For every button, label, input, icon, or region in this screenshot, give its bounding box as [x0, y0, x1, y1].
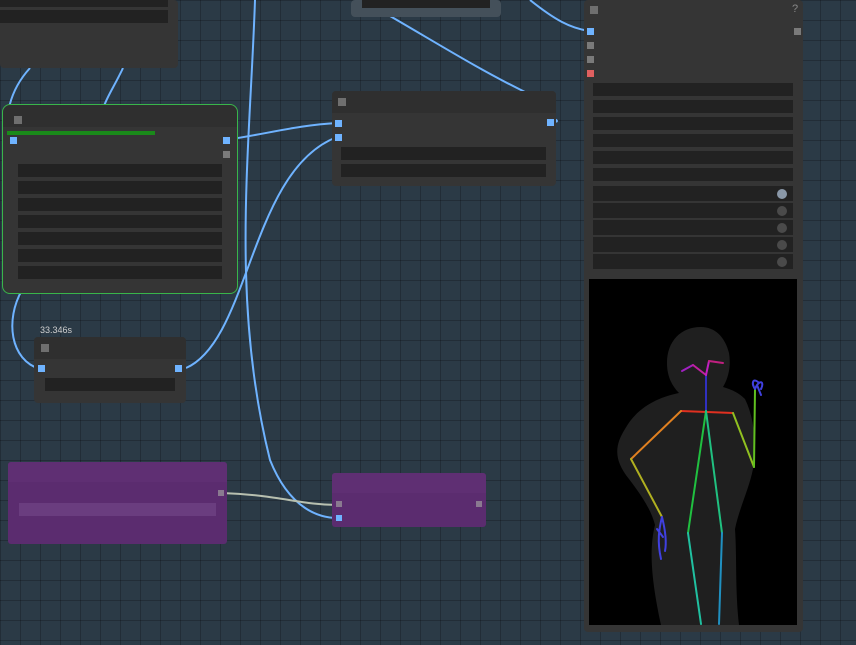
output-port[interactable]	[218, 490, 224, 496]
output-port[interactable]	[547, 119, 554, 126]
node-title-bar[interactable]	[8, 462, 227, 482]
toggle-row[interactable]	[593, 186, 793, 201]
widget-field[interactable]	[593, 100, 793, 113]
toggle-row[interactable]	[593, 254, 793, 269]
widget-field[interactable]	[341, 147, 546, 160]
widget-field[interactable]	[18, 164, 222, 177]
widget-field[interactable]	[18, 181, 222, 194]
link	[103, 67, 124, 107]
toggle-on-icon[interactable]	[777, 189, 787, 199]
output-port[interactable]	[476, 501, 482, 507]
input-port[interactable]	[38, 365, 45, 372]
output-port[interactable]	[175, 365, 182, 372]
node-title-bar[interactable]	[332, 91, 556, 113]
node-pose-preview[interactable]: ?	[584, 0, 803, 632]
link	[244, 0, 339, 519]
progress-bar	[7, 131, 155, 135]
link	[221, 492, 339, 506]
input-port[interactable]	[336, 515, 342, 521]
node-title-bar[interactable]	[34, 337, 186, 359]
input-port[interactable]	[587, 70, 594, 77]
input-port[interactable]	[587, 42, 594, 49]
widget-field[interactable]	[19, 503, 216, 516]
widget-field[interactable]	[593, 168, 793, 181]
input-port[interactable]	[335, 120, 342, 127]
collapse-icon[interactable]	[14, 116, 22, 124]
node-top-middle[interactable]	[351, 0, 501, 17]
toggle-off-icon[interactable]	[777, 240, 787, 250]
pose-preview-image	[589, 279, 797, 625]
node-muted-left[interactable]	[8, 462, 227, 544]
collapse-icon[interactable]	[590, 6, 598, 14]
toggle-row[interactable]	[593, 203, 793, 218]
input-port[interactable]	[335, 134, 342, 141]
node-title-bar[interactable]	[332, 473, 486, 493]
widget-field[interactable]	[593, 117, 793, 130]
widget-field[interactable]	[18, 266, 222, 279]
help-icon[interactable]: ?	[792, 3, 798, 15]
widget-field[interactable]	[18, 232, 222, 245]
link	[529, 0, 590, 32]
widget-field[interactable]	[593, 134, 793, 147]
widget-field[interactable]	[593, 151, 793, 164]
output-port[interactable]	[794, 28, 801, 35]
widget-field[interactable]	[18, 249, 222, 262]
input-port[interactable]	[587, 28, 594, 35]
toggle-off-icon[interactable]	[777, 257, 787, 267]
output-port[interactable]	[223, 151, 230, 158]
toggle-row[interactable]	[593, 237, 793, 252]
input-port[interactable]	[10, 137, 17, 144]
input-port[interactable]	[587, 56, 594, 63]
toggle-row[interactable]	[593, 220, 793, 235]
widget-field[interactable]	[18, 215, 222, 228]
input-port[interactable]	[336, 501, 342, 507]
execution-time-label: 33.346s	[40, 325, 73, 335]
node-middle[interactable]	[332, 91, 556, 186]
widget-field[interactable]	[341, 164, 546, 177]
widget-field[interactable]	[0, 10, 168, 23]
node-top-left[interactable]	[0, 0, 178, 68]
widget-field[interactable]	[45, 378, 175, 391]
node-title-bar[interactable]	[3, 105, 237, 127]
collapse-icon[interactable]	[41, 344, 49, 352]
toggle-off-icon[interactable]	[777, 206, 787, 216]
output-port[interactable]	[223, 137, 230, 144]
widget-field[interactable]	[593, 83, 793, 96]
widget-field[interactable]	[362, 0, 490, 8]
widget-field[interactable]	[18, 198, 222, 211]
node-active[interactable]	[2, 104, 238, 294]
collapse-icon[interactable]	[338, 98, 346, 106]
node-muted-right[interactable]	[332, 473, 486, 527]
widget-field[interactable]	[0, 0, 168, 7]
link	[389, 15, 526, 93]
node-small[interactable]	[34, 337, 186, 403]
toggle-off-icon[interactable]	[777, 223, 787, 233]
